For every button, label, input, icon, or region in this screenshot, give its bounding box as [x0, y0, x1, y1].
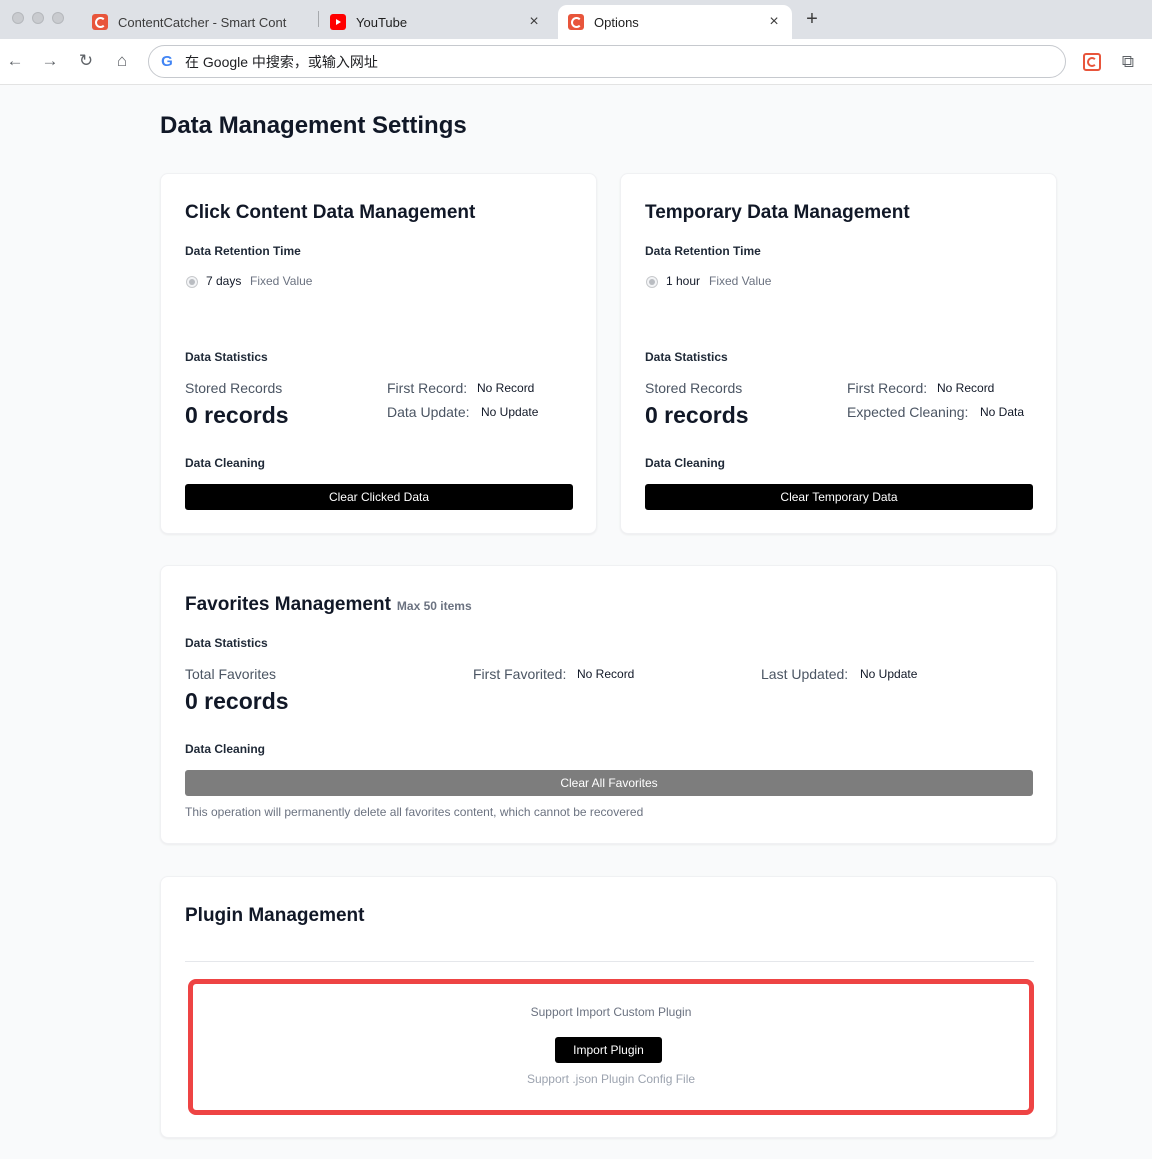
address-placeholder: 在 Google 中搜索，或输入网址	[185, 53, 378, 70]
reload-icon[interactable]: ↻	[76, 51, 96, 71]
browser-tab-bar: ContentCatcher - Smart Cont YouTube × Op…	[0, 0, 1152, 39]
last-updated-key: Last Updated:	[761, 666, 849, 682]
clear-temporary-data-button[interactable]: Clear Temporary Data	[645, 484, 1033, 510]
stats-label: Data Statistics	[185, 636, 268, 650]
card-title: Temporary Data Management	[645, 202, 910, 223]
total-favorites-label: Total Favorites	[185, 666, 277, 682]
close-icon[interactable]: ×	[526, 13, 542, 31]
divider	[185, 961, 1034, 962]
tab-title: ContentCatcher - Smart Cont	[118, 14, 287, 30]
first-record-value: No Record	[937, 381, 995, 395]
clear-all-favorites-button[interactable]: Clear All Favorites	[185, 770, 1033, 796]
plugin-card: Plugin Management Support Import Custom …	[160, 876, 1057, 1138]
fixed-value-label: Fixed Value	[709, 274, 772, 288]
card-title: Click Content Data Management	[185, 202, 476, 223]
window-close-dot[interactable]	[12, 12, 24, 24]
cleaning-label: Data Cleaning	[185, 742, 266, 756]
back-arrow-icon[interactable]: ←	[5, 51, 25, 71]
retention-value: 7 days	[206, 274, 242, 288]
card-title: Favorites Management Max 50 items	[185, 594, 472, 616]
first-record-value: No Record	[477, 381, 535, 395]
json-format-text: Support .json Plugin Config File	[526, 1072, 696, 1086]
stats-label: Data Statistics	[185, 350, 268, 364]
contentcatcher-icon	[568, 14, 584, 30]
cleaning-label: Data Cleaning	[645, 456, 726, 470]
tab-youtube[interactable]: YouTube ×	[320, 5, 552, 39]
tab-contentcatcher[interactable]: ContentCatcher - Smart Cont	[82, 5, 310, 39]
cleaning-label: Data Cleaning	[185, 456, 266, 470]
browser-toolbar: ← → ↻ ⌂ G 在 Google 中搜索，或输入网址 ⧉	[0, 39, 1152, 85]
max-items-note: Max 50 items	[396, 599, 472, 613]
first-favorited-key: First Favorited:	[473, 666, 567, 682]
support-import-text: Support Import Custom Plugin	[530, 1005, 692, 1019]
total-favorites-value: 0 records	[185, 688, 289, 714]
data-update-value: No Update	[481, 405, 539, 419]
favorites-title: Favorites Management	[185, 594, 391, 615]
data-update-key: Data Update:	[387, 404, 470, 420]
page-title: Data Management Settings	[160, 112, 467, 139]
favorites-card: Favorites Management Max 50 items Data St…	[160, 565, 1057, 844]
expected-cleaning-value: No Data	[980, 405, 1025, 419]
temporary-data-card: Temporary Data Management Data Retention…	[620, 173, 1057, 534]
first-record-key: First Record:	[847, 380, 928, 396]
first-favorited-value: No Record	[577, 667, 635, 681]
stored-records-value: 0 records	[645, 402, 749, 428]
new-tab-button[interactable]: +	[803, 8, 821, 30]
home-icon[interactable]: ⌂	[112, 51, 132, 71]
retention-value: 1 hour	[666, 274, 701, 288]
stats-label: Data Statistics	[645, 350, 728, 364]
stored-records-label: Stored Records	[185, 380, 283, 396]
delete-warning: This operation will permanently delete a…	[185, 805, 644, 819]
close-icon[interactable]: ×	[766, 13, 782, 31]
window-zoom-dot[interactable]	[52, 12, 64, 24]
card-title: Plugin Management	[185, 905, 365, 926]
fixed-value-label: Fixed Value	[250, 274, 313, 288]
google-icon: G	[161, 52, 173, 70]
import-plugin-button[interactable]: Import Plugin	[555, 1037, 662, 1063]
retention-label: Data Retention Time	[645, 244, 761, 258]
click-content-card: Click Content Data Management Data Reten…	[160, 173, 597, 534]
last-updated-value: No Update	[860, 667, 918, 681]
window-minimize-dot[interactable]	[32, 12, 44, 24]
tab-options[interactable]: Options ×	[558, 5, 792, 39]
expected-cleaning-key: Expected Cleaning:	[847, 404, 969, 420]
address-bar[interactable]: G 在 Google 中搜索，或输入网址	[148, 45, 1066, 78]
clear-clicked-data-button[interactable]: Clear Clicked Data	[185, 484, 573, 510]
tab-title: YouTube	[356, 14, 408, 30]
first-record-key: First Record:	[387, 380, 468, 396]
contentcatcher-extension-icon[interactable]	[1083, 53, 1101, 71]
tab-title: Options	[594, 14, 639, 30]
youtube-icon	[330, 14, 346, 30]
retention-label: Data Retention Time	[185, 244, 301, 258]
stored-records-label: Stored Records	[645, 380, 743, 396]
tab-separator	[318, 11, 319, 27]
stored-records-value: 0 records	[185, 402, 289, 428]
retention-radio	[646, 276, 658, 288]
forward-arrow-icon[interactable]: →	[40, 51, 60, 71]
contentcatcher-icon	[92, 14, 108, 30]
retention-radio	[186, 276, 198, 288]
extensions-puzzle-icon[interactable]: ⧉	[1119, 53, 1137, 71]
